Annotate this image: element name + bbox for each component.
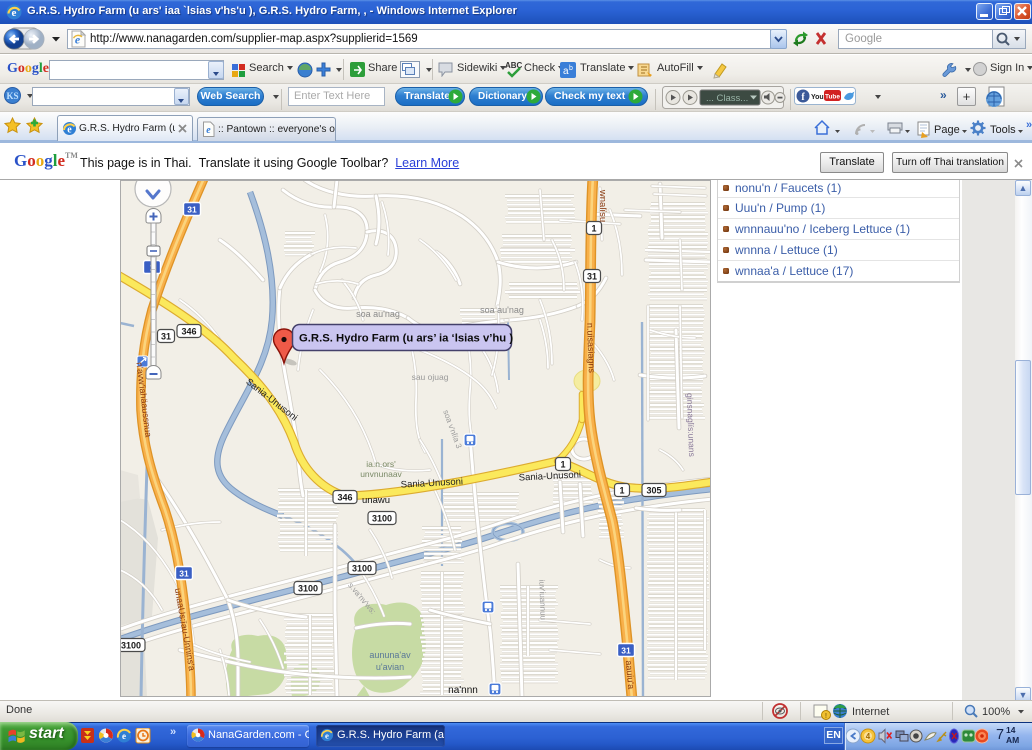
svg-text:u'avian: u'avian — [376, 662, 404, 672]
svg-text:e: e — [67, 125, 72, 136]
svg-text:346: 346 — [181, 327, 196, 337]
svg-text:31: 31 — [587, 272, 597, 282]
svg-text:G.R.S. Hydro Farm (u ars’ ia ‘: G.R.S. Hydro Farm (u ars’ ia ‘lsias v’hu… — [299, 333, 513, 345]
svg-text:KS: KS — [6, 91, 18, 101]
svg-text:Tube: Tube — [825, 94, 840, 101]
svg-text:unvnunaav: unvnunaav — [360, 469, 402, 479]
svg-text:unawu: unawu — [362, 495, 390, 506]
svg-text:aununa'av: aununa'av — [369, 650, 411, 660]
svg-text:e: e — [75, 33, 81, 47]
svg-text:31: 31 — [161, 332, 171, 342]
svg-text:31: 31 — [179, 569, 189, 579]
svg-text:3100: 3100 — [372, 514, 392, 524]
svg-text:Page: Page — [934, 124, 960, 136]
svg-text:346: 346 — [337, 493, 352, 503]
svg-text:e: e — [206, 125, 211, 136]
svg-text:1: 1 — [560, 460, 565, 470]
svg-text:Tools: Tools — [990, 124, 1016, 136]
svg-text:»: » — [1026, 119, 1032, 131]
svg-text:305: 305 — [646, 486, 661, 496]
svg-text:31: 31 — [187, 205, 197, 215]
svg-text:na'nnn: na'nnn — [448, 685, 478, 696]
svg-text:31: 31 — [621, 646, 631, 656]
svg-text:soa au'nag: soa au'nag — [356, 309, 400, 319]
svg-text:e: e — [12, 7, 17, 19]
svg-text:iuv'iuannuu: iuv'iuannuu — [537, 580, 547, 621]
svg-text:1: 1 — [619, 486, 624, 496]
svg-text:sau ojuag: sau ojuag — [412, 372, 449, 382]
svg-text:b: b — [569, 65, 573, 72]
svg-text:ia.n.ors': ia.n.ors' — [366, 459, 396, 469]
svg-text:1: 1 — [591, 224, 596, 234]
svg-text:100%: 100% — [982, 706, 1010, 718]
svg-text:3100: 3100 — [352, 564, 372, 574]
svg-text:4: 4 — [866, 732, 871, 741]
svg-text:n.uisasiagns: n.uisasiagns — [585, 323, 597, 374]
svg-text:3100: 3100 — [121, 641, 141, 651]
svg-text:3100: 3100 — [298, 584, 318, 594]
svg-text:wnalïsu: wnalïsu — [597, 189, 608, 222]
svg-text:... Class...: ... Class... — [706, 93, 748, 104]
svg-text:!: ! — [825, 713, 827, 720]
svg-text:You: You — [811, 94, 824, 101]
svg-text:e: e — [325, 731, 329, 741]
svg-text:e: e — [122, 731, 126, 741]
svg-text:soa au'nag: soa au'nag — [480, 305, 524, 315]
svg-text:Internet: Internet — [852, 706, 889, 718]
